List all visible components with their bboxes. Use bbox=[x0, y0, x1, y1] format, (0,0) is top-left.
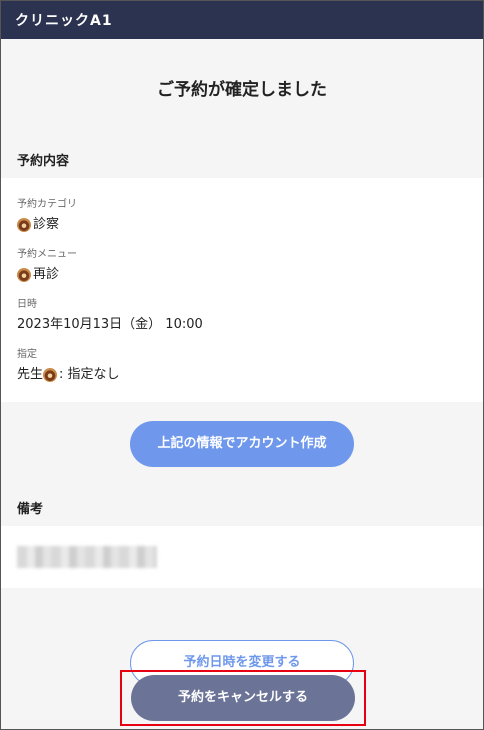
category-field: 予約カテゴリ 診察 bbox=[17, 198, 467, 234]
app-frame: クリニックA1 ご予約が確定しました 予約内容 予約カテゴリ 診察 予約メニュー… bbox=[0, 0, 484, 730]
menu-value: 再診 bbox=[17, 266, 467, 284]
create-account-button[interactable]: 上記の情報でアカウント作成 bbox=[130, 421, 354, 467]
menu-field: 予約メニュー 再診 bbox=[17, 248, 467, 284]
menu-text: 再診 bbox=[33, 267, 60, 282]
donut-icon bbox=[43, 368, 58, 382]
cancel-reservation-button[interactable]: 予約をキャンセルする bbox=[131, 675, 355, 721]
designation-suffix: : 指定なし bbox=[59, 367, 120, 382]
page-title: ご予約が確定しました bbox=[157, 80, 327, 100]
category-text: 診察 bbox=[33, 217, 60, 232]
designation-value: 先生 : 指定なし bbox=[17, 366, 467, 384]
reservation-details: 予約カテゴリ 診察 予約メニュー 再診 日時 2023年10月13日（金） 10… bbox=[1, 178, 483, 402]
notes-section-label: 備考 bbox=[17, 502, 44, 517]
datetime-value: 2023年10月13日（金） 10:00 bbox=[17, 317, 203, 332]
datetime-label: 日時 bbox=[17, 299, 37, 310]
donut-icon bbox=[17, 218, 31, 232]
donut-icon bbox=[17, 268, 31, 282]
notes-box bbox=[1, 526, 483, 588]
designation-prefix: 先生 bbox=[17, 367, 44, 382]
designation-label: 指定 bbox=[17, 349, 37, 360]
category-label: 予約カテゴリ bbox=[17, 199, 77, 210]
blurred-notes-content bbox=[17, 546, 157, 568]
app-header: クリニックA1 bbox=[1, 1, 483, 39]
reservation-section-label: 予約内容 bbox=[17, 154, 70, 169]
clinic-title: クリニックA1 bbox=[15, 13, 113, 29]
cancel-highlight-box: 予約をキャンセルする bbox=[120, 670, 366, 726]
datetime-field: 日時 2023年10月13日（金） 10:00 bbox=[17, 298, 467, 334]
menu-label: 予約メニュー bbox=[17, 249, 77, 260]
category-value: 診察 bbox=[17, 216, 467, 234]
designation-field: 指定 先生 : 指定なし bbox=[17, 348, 467, 384]
